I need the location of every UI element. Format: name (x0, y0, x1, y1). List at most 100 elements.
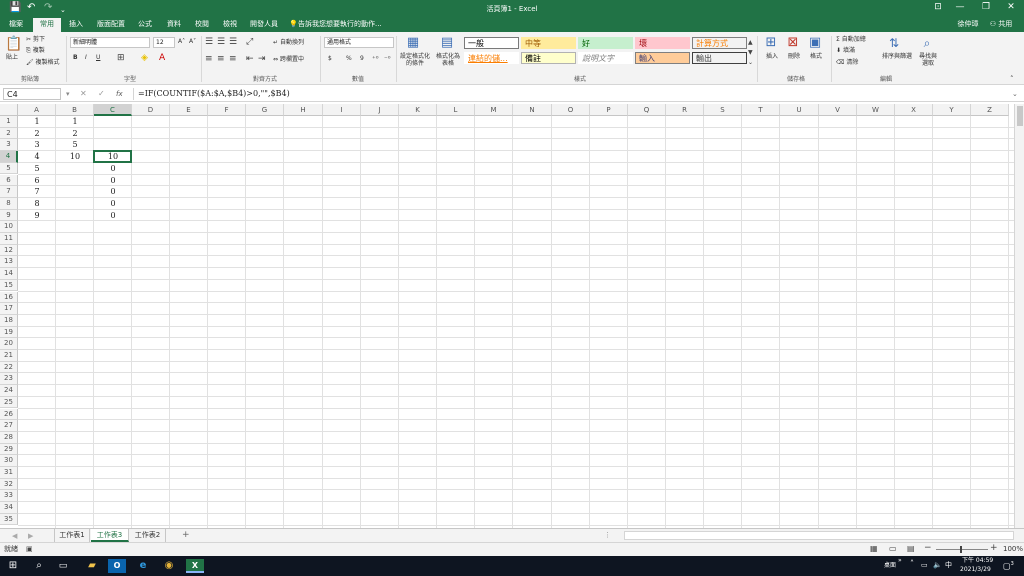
style-bad[interactable]: 壞 (635, 37, 690, 49)
volume-icon[interactable]: 🔈 (933, 561, 942, 569)
insert-cells-icon[interactable]: ⊞ (764, 36, 778, 50)
underline-button[interactable]: U (96, 54, 100, 62)
borders-icon[interactable]: ⊞ (117, 53, 125, 63)
column-header-O[interactable]: O (552, 104, 590, 116)
row-header-15[interactable]: 15 (0, 279, 18, 292)
expand-formula-icon[interactable]: ⌄ (1012, 89, 1018, 99)
file-explorer-icon[interactable]: ▰ (83, 559, 101, 573)
format-as-table-icon[interactable]: ▤ (440, 36, 454, 50)
copy-button[interactable]: ⎘ 複製 (26, 47, 45, 55)
insert-function-icon[interactable]: fx (116, 89, 123, 99)
zoom-in-icon[interactable]: + (990, 543, 998, 553)
close-button[interactable]: ✕ (1000, 2, 1022, 12)
row-header-10[interactable]: 10 (0, 221, 18, 233)
font-name-select[interactable]: 新細明體 (70, 37, 150, 48)
outlook-icon[interactable]: O (108, 559, 126, 573)
row-header-1[interactable]: 1 (0, 116, 18, 128)
column-header-K[interactable]: K (399, 104, 437, 116)
user-name[interactable]: 徐仲璋 (954, 19, 982, 30)
row-header-34[interactable]: 34 (0, 502, 18, 514)
font-color-icon[interactable]: A (159, 53, 165, 63)
column-header-C[interactable]: C (94, 104, 132, 116)
sheet-tab-2[interactable]: 工作表2 (130, 529, 166, 542)
column-header-R[interactable]: R (666, 104, 704, 116)
row-header-9[interactable]: 9 (0, 209, 18, 222)
column-header-D[interactable]: D (132, 104, 170, 116)
tab-data[interactable]: 資料 (162, 19, 186, 30)
style-linked-cell[interactable]: 連結的儲... (464, 52, 519, 64)
formula-input[interactable]: =IF(COUNTIF($A:$A,$B4)>0,"",$B4) (138, 89, 290, 99)
column-header-F[interactable]: F (208, 104, 246, 116)
row-header-19[interactable]: 19 (0, 326, 18, 339)
column-header-B[interactable]: B (56, 104, 94, 116)
next-sheet-icon[interactable]: ▶ (28, 531, 33, 541)
row-header-35[interactable]: 35 (0, 513, 18, 526)
align-middle-icon[interactable]: ☰ (217, 37, 225, 47)
styles-scroll-up-icon[interactable]: ▲ (748, 38, 753, 48)
tab-home[interactable]: 常用 (33, 18, 61, 32)
format-painter-button[interactable]: 🖌 複製格式 (26, 59, 60, 67)
cell-C7[interactable]: 0 (94, 186, 132, 198)
find-select-label[interactable]: 尋找與選取 (917, 53, 939, 67)
column-header-T[interactable]: T (742, 104, 780, 116)
delete-cells-icon[interactable]: ⊠ (786, 36, 800, 50)
tab-file[interactable]: 檔案 (4, 19, 28, 30)
ime-indicator[interactable]: 中 (945, 561, 952, 569)
cell-A1[interactable]: 1 (18, 116, 56, 128)
row-header-33[interactable]: 33 (0, 490, 18, 503)
tab-page-layout[interactable]: 版面配置 (94, 19, 128, 30)
conditional-format-label[interactable]: 設定格式化的條件 (400, 53, 430, 67)
page-break-view-icon[interactable]: ▤ (907, 544, 915, 554)
style-normal[interactable]: 一般 (464, 37, 519, 49)
row-header-16[interactable]: 16 (0, 291, 18, 304)
bold-button[interactable]: B (73, 54, 78, 62)
toolbar-chevron-icon[interactable]: » (898, 557, 902, 565)
column-header-L[interactable]: L (437, 104, 475, 116)
column-header-S[interactable]: S (704, 104, 742, 116)
worksheet-grid[interactable]: ABCDEFGHIJKLMNOPQRSTUVWXYZ 1 2 3 4 5 6 7 8 9 10 11… (0, 104, 1014, 528)
excel-taskbar-icon[interactable]: X (186, 559, 204, 573)
row-header-20[interactable]: 20 (0, 338, 18, 350)
namebox-dropdown-icon[interactable]: ▾ (66, 89, 70, 99)
style-calculation[interactable]: 計算方式 (692, 37, 747, 49)
cell-A5[interactable]: 5 (18, 163, 56, 175)
zoom-level[interactable]: 100% (1003, 545, 1023, 554)
row-header-27[interactable]: 27 (0, 420, 18, 432)
sort-filter-icon[interactable]: ⇅ (887, 36, 901, 50)
cell-B3[interactable]: 5 (56, 139, 94, 151)
decrease-indent-icon[interactable]: ⇤ (246, 54, 254, 64)
collapse-ribbon-icon[interactable]: ˄ (1010, 74, 1014, 84)
tab-insert[interactable]: 插入 (64, 19, 88, 30)
comma-button[interactable]: 9 (360, 55, 364, 63)
row-header-29[interactable]: 29 (0, 443, 18, 456)
sheet-tab-1[interactable]: 工作表1 (54, 529, 90, 542)
row-header-23[interactable]: 23 (0, 373, 18, 386)
insert-cells-label[interactable]: 插入 (766, 53, 778, 61)
desktop-toolbar[interactable]: 桌面 (884, 562, 896, 570)
format-cells-icon[interactable]: ▣ (808, 36, 822, 50)
increase-indent-icon[interactable]: ⇥ (258, 54, 266, 64)
clear-button[interactable]: ⌫ 清除 (836, 59, 858, 67)
column-header-A[interactable]: A (18, 104, 56, 116)
sort-filter-label[interactable]: 排序與篩選 (882, 53, 912, 61)
row-header-25[interactable]: 25 (0, 396, 18, 409)
align-left-icon[interactable]: ≡ (205, 54, 213, 64)
italic-button[interactable]: I (85, 54, 87, 62)
paste-icon[interactable]: 📋 (5, 36, 22, 52)
styles-more-icon[interactable]: ⌄ (748, 58, 753, 68)
network-icon[interactable]: ▭ (921, 561, 928, 569)
style-neutral[interactable]: 中等 (521, 37, 576, 49)
percent-button[interactable]: % (346, 55, 352, 63)
name-box[interactable]: C4 (3, 88, 61, 100)
tab-view[interactable]: 檢視 (218, 19, 242, 30)
horizontal-scrollbar[interactable] (624, 531, 1014, 540)
shrink-font-button[interactable]: A˅ (189, 38, 196, 46)
windows-start-icon[interactable]: ⊞ (4, 559, 22, 573)
format-as-table-label[interactable]: 格式化為表格 (434, 53, 462, 67)
style-explanatory[interactable]: 說明文字 (578, 52, 633, 64)
sheet-tab-3[interactable]: 工作表3 (91, 529, 129, 542)
row-header-31[interactable]: 31 (0, 467, 18, 479)
cell-A8[interactable]: 8 (18, 198, 56, 210)
row-header-8[interactable]: 8 (0, 197, 18, 210)
row-header-26[interactable]: 26 (0, 408, 18, 421)
